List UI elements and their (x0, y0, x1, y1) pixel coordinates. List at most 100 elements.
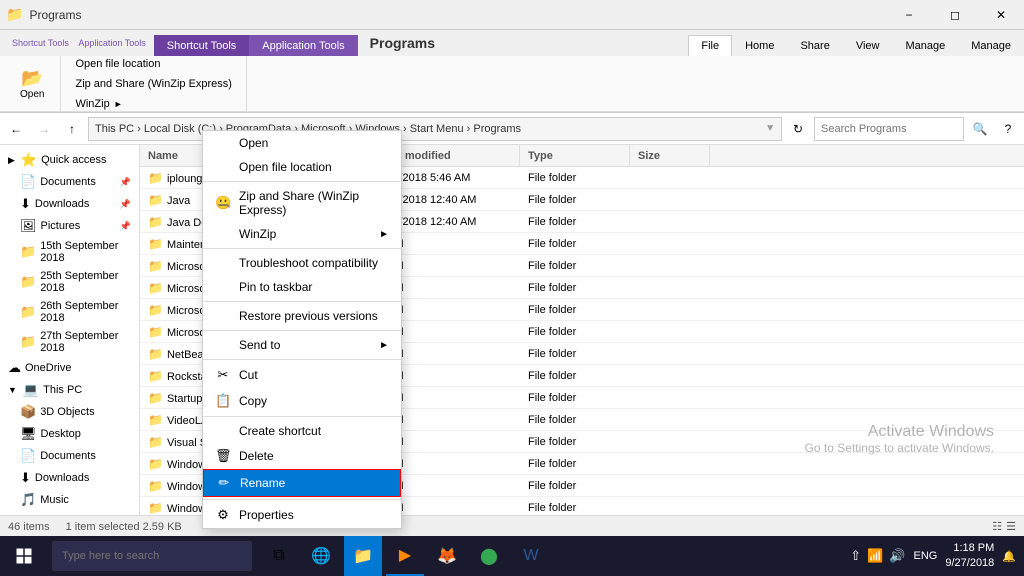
ctx-properties[interactable]: ⚙ Properties (203, 502, 401, 528)
sidebar-item-dl2[interactable]: ⬇ Downloads (0, 467, 139, 489)
tab-view[interactable]: View (843, 35, 893, 56)
sidebar-item-music[interactable]: 🎵 Music (0, 489, 139, 511)
file-type: File folder (520, 502, 630, 514)
sidebar-item-label: Desktop (41, 428, 81, 440)
sidebar-item-label: 26th September 2018 (40, 300, 131, 324)
close-button[interactable]: ✕ (978, 0, 1024, 30)
context-menu: Open Open file location 🤐 Zip and Share … (202, 130, 402, 529)
tray-volume-icon[interactable]: 🔊 (889, 548, 905, 564)
sidebar-item-onedrive[interactable]: ☁ OneDrive (0, 357, 139, 379)
ctx-create-shortcut[interactable]: Create shortcut (203, 419, 401, 443)
taskbar-edge[interactable]: 🌐 (302, 536, 340, 576)
taskbar-chrome[interactable]: ⬤ (470, 536, 508, 576)
sidebar-item-label: Downloads (35, 198, 89, 210)
up-button[interactable]: ↑ (60, 117, 84, 141)
ctx-pin-label: Pin to taskbar (239, 280, 312, 294)
ribbon-group-open: 📂 Open (4, 56, 61, 111)
tab-manage[interactable]: Manage (892, 35, 958, 56)
sidebar-item-sept26[interactable]: 📁 26th September 2018 (0, 297, 139, 327)
tab-app-tools[interactable]: Application Tools (249, 35, 357, 56)
address-path[interactable]: This PC › Local Disk (C:) › ProgramData … (88, 117, 782, 141)
help-button[interactable]: ? (996, 117, 1020, 141)
sidebar-item-pics2[interactable]: 🖼 Pictures (0, 511, 139, 515)
send-to-arrow-icon: ► (379, 340, 389, 351)
sidebar-item-downloads[interactable]: ⬇ Downloads 📌 (0, 193, 139, 215)
pin-icon: 📌 (120, 177, 131, 188)
taskbar-clock[interactable]: 1:18 PM 9/27/2018 (945, 541, 994, 572)
desktop-icon: 🖥 (20, 426, 37, 442)
file-type: File folder (520, 370, 630, 382)
ctx-restore[interactable]: Restore previous versions (203, 304, 401, 328)
file-type: File folder (520, 348, 630, 360)
file-type: File folder (520, 414, 630, 426)
open-button[interactable]: 📂 Open (12, 60, 52, 108)
sidebar-item-label: Documents (40, 450, 96, 462)
taskbar-task-view[interactable]: ⧉ (260, 536, 298, 576)
tray-notification-icon[interactable]: 🔔 (1002, 550, 1016, 563)
tray-up-arrow[interactable]: ⇧ (850, 548, 861, 564)
sidebar-item-quick-access[interactable]: ▶ ⭐ Quick access (0, 149, 139, 171)
zip-icon: 🤐 (215, 195, 231, 211)
ctx-sep2 (203, 248, 401, 249)
ctx-cut[interactable]: ✂ Cut (203, 362, 401, 388)
sidebar-item-sept25[interactable]: 📁 25th September 2018 (0, 267, 139, 297)
sidebar-item-sept15[interactable]: 📁 15th September 2018 (0, 237, 139, 267)
sidebar-item-docs2[interactable]: 📄 Documents (0, 445, 139, 467)
sidebar-item-sept27[interactable]: 📁 27th September 2018 (0, 327, 139, 357)
folder-icon: 📁 (20, 304, 36, 320)
sidebar-item-documents[interactable]: 📄 Documents 📌 (0, 171, 139, 193)
sidebar-item-3d-objects[interactable]: 📦 3D Objects (0, 401, 139, 423)
col-header-type[interactable]: Type (520, 145, 630, 166)
ctx-copy[interactable]: 📋 Copy (203, 388, 401, 414)
sidebar-item-desktop[interactable]: 🖥 Desktop (0, 423, 139, 445)
open-file-location-button[interactable]: Open file location (69, 56, 166, 72)
ctx-winzip[interactable]: WinZip ► (203, 222, 401, 246)
pin-icon: 📌 (120, 221, 131, 232)
sidebar: ▶ ⭐ Quick access 📄 Documents 📌 ⬇ Downloa… (0, 145, 140, 515)
ctx-rename[interactable]: ✏ Rename (203, 469, 401, 497)
taskbar-vlc[interactable]: ▶ (386, 536, 424, 576)
tab-manage2[interactable]: Manage (958, 35, 1024, 56)
ctx-pin-taskbar[interactable]: Pin to taskbar (203, 275, 401, 299)
col-header-size[interactable]: Size (630, 145, 710, 166)
taskbar-explorer[interactable]: 📁 (344, 536, 382, 576)
search-input[interactable] (814, 117, 964, 141)
zip-share-button[interactable]: Zip and Share (WinZip Express) (69, 76, 238, 92)
winzip-button[interactable]: WinZip ► (69, 96, 128, 112)
taskbar-word[interactable]: W (512, 536, 550, 576)
tab-shortcut-tools[interactable]: Shortcut Tools (154, 35, 250, 56)
windows-icon (15, 547, 33, 565)
forward-button[interactable]: → (32, 117, 56, 141)
arrow-icon: ► (379, 229, 389, 240)
path-dropdown-icon[interactable]: ▼ (765, 123, 775, 134)
tab-share[interactable]: Share (787, 35, 842, 56)
sidebar-item-label: 3D Objects (40, 406, 94, 418)
tab-file[interactable]: File (688, 35, 732, 56)
ctx-rename-label: Rename (240, 476, 285, 490)
refresh-button[interactable]: ↻ (786, 117, 810, 141)
ctx-open[interactable]: Open (203, 131, 401, 155)
taskbar-firefox[interactable]: 🦊 (428, 536, 466, 576)
tray-network-icon[interactable]: 📶 (867, 548, 883, 564)
ctx-troubleshoot[interactable]: Troubleshoot compatibility (203, 251, 401, 275)
sidebar-item-pictures[interactable]: 🖼 Pictures 📌 (0, 215, 139, 237)
ctx-delete[interactable]: 🗑 Delete (203, 443, 401, 469)
title-bar-title: Programs (29, 8, 886, 22)
details-view-icon[interactable]: ☷ (992, 520, 1002, 533)
tray-lang[interactable]: ENG (914, 550, 938, 562)
tiles-view-icon[interactable]: ☰ (1006, 520, 1016, 533)
search-button[interactable]: 🔍 (968, 117, 992, 141)
view-toggle: ☷ ☰ (992, 520, 1016, 533)
sidebar-item-this-pc[interactable]: ▼ 💻 This PC (0, 379, 139, 401)
back-button[interactable]: ← (4, 117, 28, 141)
folder-icon: 📁 (20, 244, 36, 260)
tab-home[interactable]: Home (732, 35, 787, 56)
restore-button[interactable]: ◻ (932, 0, 978, 30)
ctx-zip-share[interactable]: 🤐 Zip and Share (WinZip Express) (203, 184, 401, 222)
downloads-icon: ⬇ (20, 196, 31, 212)
start-button[interactable] (0, 536, 48, 576)
minimize-button[interactable]: − (886, 0, 932, 30)
ctx-open-file-location[interactable]: Open file location (203, 155, 401, 179)
taskbar-search-input[interactable] (52, 541, 252, 571)
ctx-send-to[interactable]: Send to ► (203, 333, 401, 357)
